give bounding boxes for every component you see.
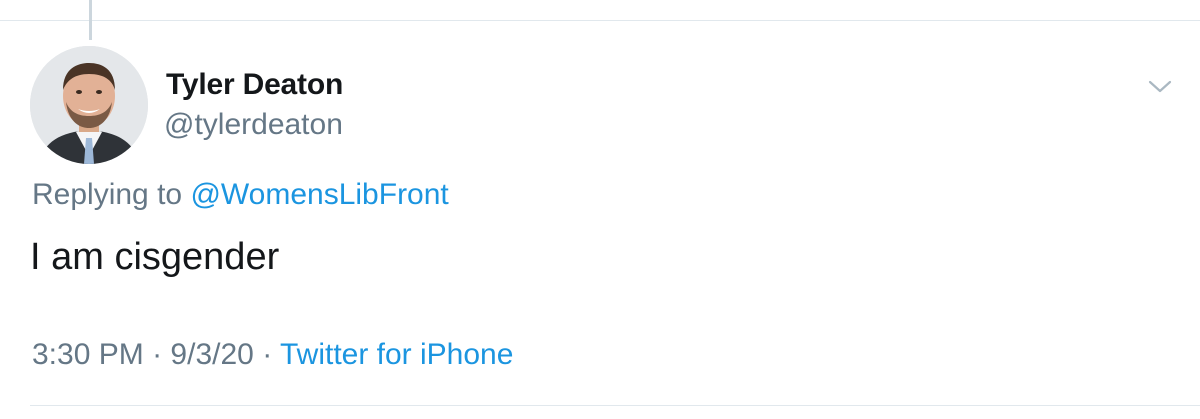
tweet-menu-button[interactable] [1146,76,1174,98]
tweet-text: I am cisgender [30,236,280,278]
top-divider [0,20,1200,21]
tweet-metadata: 3:30 PM · 9/3/20 · Twitter for iPhone [32,338,513,372]
avatar[interactable] [30,46,148,164]
tweet-time[interactable]: 3:30 PM [32,338,144,371]
replying-to-line: Replying to @WomensLibFront [32,178,449,212]
bottom-divider [30,405,1200,406]
replying-to-label: Replying to [32,178,183,211]
author-display-name[interactable]: Tyler Deaton [166,68,343,102]
avatar-photo [30,46,148,164]
tweet-source-link[interactable]: Twitter for iPhone [280,338,513,371]
thread-connector-line [89,0,92,40]
meta-separator: · [262,338,273,371]
chevron-down-icon [1148,80,1172,93]
meta-separator: · [152,338,163,371]
reply-target-link[interactable]: @WomensLibFront [190,178,448,211]
author-handle[interactable]: @tylerdeaton [164,108,343,142]
tweet-date[interactable]: 9/3/20 [170,338,253,371]
